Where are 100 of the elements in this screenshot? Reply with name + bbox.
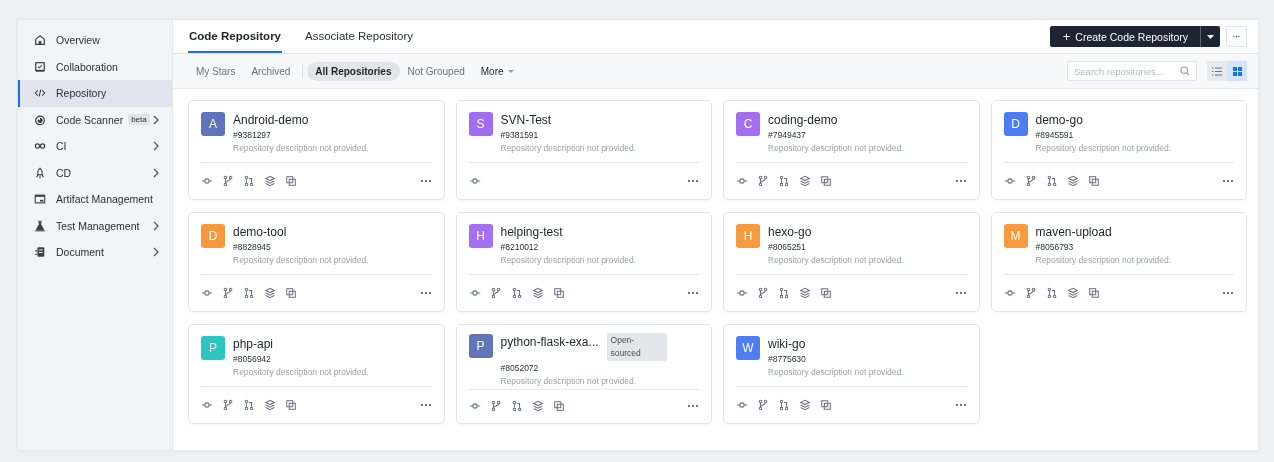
- more-icon: [1233, 35, 1240, 38]
- branch-icon[interactable]: [757, 399, 769, 411]
- branch-icon[interactable]: [757, 287, 769, 299]
- layers-icon[interactable]: [799, 175, 811, 187]
- layers-icon[interactable]: [264, 175, 276, 187]
- commit-icon[interactable]: [736, 175, 748, 187]
- layers-icon[interactable]: [531, 287, 544, 299]
- commit-icon[interactable]: [1003, 287, 1016, 299]
- repository-card[interactable]: P php-api #8056942 Repository description not provided.: [188, 324, 445, 424]
- repo-name[interactable]: python-flask-exa...: [500, 334, 599, 350]
- layers-icon[interactable]: [264, 399, 276, 411]
- repository-card[interactable]: H helping-test #8210012 Repository description not provided.: [455, 212, 712, 312]
- search-field[interactable]: Search repositories...: [1067, 61, 1197, 81]
- repo-avatar: D: [1003, 112, 1028, 136]
- layers-icon[interactable]: [531, 400, 544, 413]
- merge-request-icon[interactable]: [778, 287, 790, 299]
- repository-card[interactable]: D demo-go #8945591 Repository description not provided.: [990, 100, 1247, 200]
- create-repository-button[interactable]: + Create Code Repository: [1049, 26, 1200, 47]
- sidebar-item[interactable]: Overview: [18, 27, 172, 54]
- sidebar-item[interactable]: Artifact Management: [18, 186, 172, 213]
- repository-card[interactable]: W wiki-go #8775630 Repository description not provided.: [723, 324, 980, 424]
- caret-icon: [507, 69, 514, 73]
- repo-name[interactable]: helping-test: [500, 224, 563, 240]
- repo-description: Repository description not provided.: [500, 143, 637, 153]
- copy-icon[interactable]: [1087, 175, 1100, 187]
- copy-icon[interactable]: [552, 287, 565, 299]
- sidebar-label: Overview: [56, 34, 100, 47]
- layers-icon[interactable]: [1066, 175, 1079, 187]
- repo-id: #8056793: [1035, 242, 1075, 252]
- sidebar-item[interactable]: CI: [18, 133, 172, 160]
- repository-card[interactable]: P python-flask-exa... Open-sourced #8052072 Repository description not provided.: [455, 324, 712, 424]
- branch-icon[interactable]: [222, 287, 234, 299]
- grid-view-button[interactable]: [1227, 61, 1247, 81]
- repo-name[interactable]: SVN-Test: [500, 112, 552, 128]
- merge-request-icon[interactable]: [510, 287, 523, 299]
- filter-tab[interactable]: My Stars: [188, 61, 244, 81]
- more-dropdown[interactable]: More: [472, 61, 522, 81]
- copy-icon[interactable]: [285, 287, 297, 299]
- commit-icon[interactable]: [201, 175, 213, 187]
- merge-request-icon[interactable]: [243, 175, 255, 187]
- copy-icon[interactable]: [285, 399, 297, 411]
- commit-icon[interactable]: [468, 175, 481, 187]
- merge-request-icon[interactable]: [1045, 287, 1058, 299]
- branch-icon[interactable]: [222, 175, 234, 187]
- copy-icon[interactable]: [552, 400, 565, 413]
- filter-tab[interactable]: Archived: [243, 61, 299, 81]
- copy-icon[interactable]: [820, 175, 832, 187]
- branch-icon[interactable]: [757, 175, 769, 187]
- commit-icon[interactable]: [736, 287, 748, 299]
- tab[interactable]: Associate Repository: [304, 20, 415, 53]
- repository-card[interactable]: A Android-demo #9381297 Repository description not provided.: [188, 100, 445, 200]
- sidebar-item[interactable]: CD: [18, 159, 172, 186]
- branch-icon[interactable]: [489, 400, 502, 413]
- commit-icon[interactable]: [201, 287, 213, 299]
- merge-request-icon[interactable]: [510, 400, 523, 413]
- branch-icon[interactable]: [489, 287, 502, 299]
- copy-icon[interactable]: [820, 399, 832, 411]
- repo-name[interactable]: demo-tool: [233, 224, 287, 240]
- copy-icon[interactable]: [1087, 287, 1100, 299]
- sidebar-label: Artifact Management: [56, 193, 153, 206]
- commit-icon[interactable]: [736, 399, 748, 411]
- sidebar-item[interactable]: Document: [18, 239, 172, 266]
- merge-request-icon[interactable]: [243, 399, 255, 411]
- repo-name[interactable]: coding-demo: [768, 112, 838, 128]
- layers-icon[interactable]: [1066, 287, 1079, 299]
- sidebar-item[interactable]: Test Management: [18, 212, 172, 239]
- merge-request-icon[interactable]: [778, 175, 790, 187]
- filter-tab[interactable]: All Repositories: [307, 61, 400, 81]
- repo-name[interactable]: Android-demo: [233, 112, 309, 128]
- repository-card[interactable]: D demo-tool #8828945 Repository description not provided.: [188, 212, 445, 312]
- merge-request-icon[interactable]: [1045, 175, 1058, 187]
- branch-icon[interactable]: [222, 399, 234, 411]
- commit-icon[interactable]: [201, 399, 213, 411]
- branch-icon[interactable]: [1024, 175, 1037, 187]
- merge-request-icon[interactable]: [778, 399, 790, 411]
- layers-icon[interactable]: [799, 399, 811, 411]
- repo-name[interactable]: maven-upload: [1035, 224, 1112, 240]
- sidebar-item[interactable]: Repository: [18, 80, 172, 107]
- repo-name[interactable]: hexo-go: [768, 224, 812, 240]
- repository-card[interactable]: S SVN-Test #9381591 Repository description not provided.: [455, 100, 712, 200]
- commit-icon[interactable]: [468, 287, 481, 299]
- repo-name[interactable]: wiki-go: [768, 336, 806, 352]
- branch-icon[interactable]: [1024, 287, 1037, 299]
- copy-icon[interactable]: [285, 175, 297, 187]
- sidebar-item[interactable]: Collaboration: [18, 53, 172, 80]
- repository-card[interactable]: C coding-demo #7949437 Repository description not provided.: [723, 100, 980, 200]
- sidebar-label: Repository: [56, 87, 107, 100]
- repository-card[interactable]: M maven-upload #8056793 Repository description not provided.: [990, 212, 1247, 312]
- dropdown-button[interactable]: [1200, 26, 1220, 47]
- filter-tab[interactable]: Not Grouped: [399, 61, 473, 81]
- repo-id: #9381297: [233, 130, 272, 140]
- layers-icon[interactable]: [264, 287, 276, 299]
- merge-request-icon[interactable]: [243, 287, 255, 299]
- copy-icon[interactable]: [820, 287, 832, 299]
- commit-icon[interactable]: [1003, 175, 1016, 187]
- repository-card[interactable]: H hexo-go #8065251 Repository description not provided.: [723, 212, 980, 312]
- repo-name[interactable]: demo-go: [1035, 112, 1083, 128]
- repo-name[interactable]: php-api: [233, 336, 274, 352]
- sidebar-item[interactable]: Code Scanner beta: [18, 106, 172, 133]
- layers-icon[interactable]: [799, 287, 811, 299]
